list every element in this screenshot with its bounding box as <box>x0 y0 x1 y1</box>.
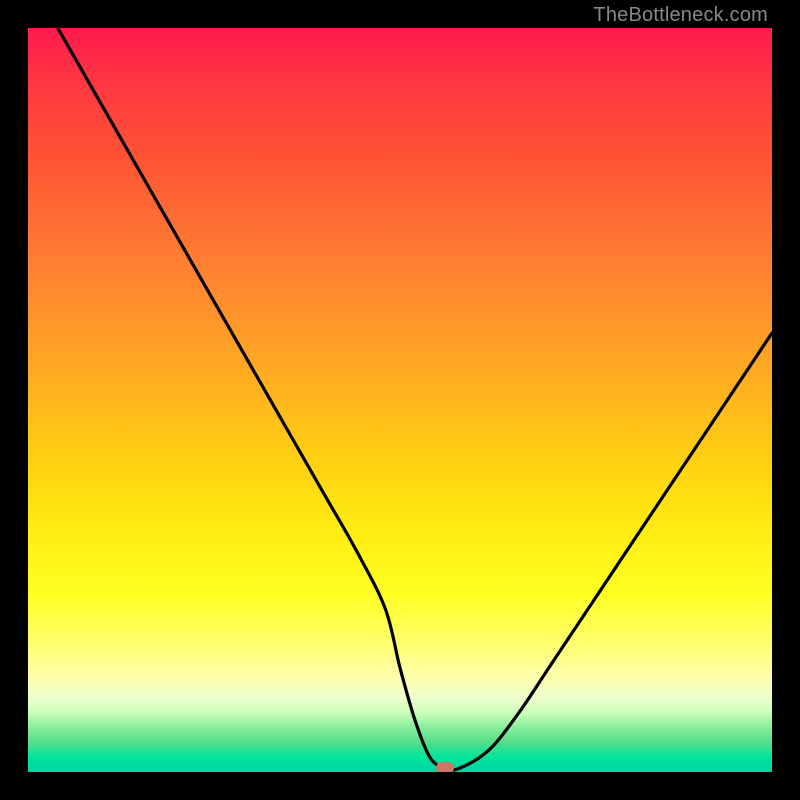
plot-area <box>28 28 772 772</box>
bottleneck-curve <box>28 28 772 772</box>
minimum-marker <box>436 762 454 772</box>
chart-frame: TheBottleneck.com <box>0 0 800 800</box>
watermark-text: TheBottleneck.com <box>593 4 768 27</box>
